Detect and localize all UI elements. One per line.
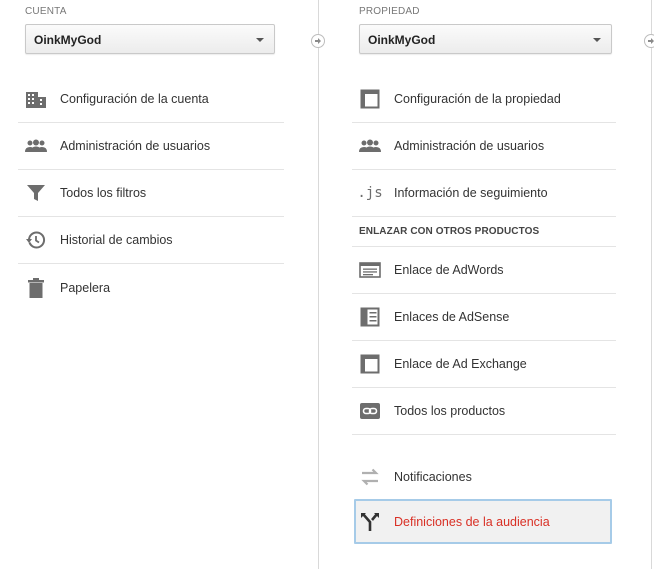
adwords-link-item[interactable]: Enlace de AdWords (352, 247, 616, 294)
account-history-item[interactable]: Historial de cambios (18, 217, 284, 264)
ad-exchange-icon (359, 353, 381, 375)
menu-label: Configuración de la propiedad (394, 92, 561, 106)
menu-label: Administración de usuarios (394, 139, 545, 153)
caret-down-icon (256, 38, 264, 42)
history-icon (25, 229, 47, 251)
property-tracking-item[interactable]: .js Información de seguimiento (352, 170, 616, 217)
menu-label: Todos los productos (394, 404, 506, 418)
account-users-item[interactable]: Administración de usuarios (18, 123, 284, 170)
menu-label: Notificaciones (394, 469, 472, 484)
menu-label: Información de seguimiento (394, 186, 548, 200)
window-icon (359, 88, 381, 110)
menu-label: Enlaces de AdSense (394, 310, 510, 324)
property-select-value: OinkMyGod (368, 33, 436, 47)
account-trash-item[interactable]: Papelera (18, 264, 284, 311)
property-section-label: PROPIEDAD (359, 6, 420, 17)
property-select[interactable]: OinkMyGod (359, 24, 612, 54)
notifications-item[interactable]: Notificaciones (352, 453, 616, 500)
link-icon (359, 400, 381, 422)
caret-down-icon (593, 38, 601, 42)
menu-label: Definiciones de la audiencia (394, 514, 550, 529)
menu-label: Todos los filtros (60, 186, 147, 200)
menu-label: Enlace de AdWords (394, 263, 504, 277)
adwords-icon (359, 259, 381, 281)
property-users-item[interactable]: Administración de usuarios (352, 123, 616, 170)
account-menu: Configuración de la cuenta Administració… (18, 76, 284, 311)
filter-icon (25, 182, 47, 204)
users-icon (25, 135, 47, 157)
menu-label: Papelera (60, 280, 111, 295)
account-filters-item[interactable]: Todos los filtros (18, 170, 284, 217)
property-menu: Configuración de la propiedad Administra… (352, 76, 616, 544)
ad-exchange-link-item[interactable]: Enlace de Ad Exchange (352, 341, 616, 388)
menu-label: Configuración de la cuenta (60, 92, 209, 106)
account-select[interactable]: OinkMyGod (25, 24, 275, 54)
swap-arrows-icon (359, 466, 381, 488)
audience-definitions-item[interactable]: Definiciones de la audiencia (354, 499, 612, 544)
adsense-link-item[interactable]: Enlaces de AdSense (352, 294, 616, 341)
property-settings-item[interactable]: Configuración de la propiedad (352, 76, 616, 123)
trash-icon (25, 277, 47, 299)
menu-spacer (352, 435, 616, 453)
arrow-right-icon[interactable] (311, 34, 325, 48)
column-divider (318, 0, 319, 569)
column-divider (651, 0, 652, 569)
adsense-icon (359, 306, 381, 328)
users-icon (359, 135, 381, 157)
menu-label: Administración de usuarios (60, 139, 211, 153)
account-section-label: CUENTA (25, 6, 67, 17)
building-icon (25, 88, 47, 110)
account-select-value: OinkMyGod (34, 33, 102, 47)
arrow-right-icon[interactable] (644, 34, 654, 48)
menu-label: Enlace de Ad Exchange (394, 357, 527, 371)
js-icon: .js (357, 182, 383, 204)
admin-page: CUENTA OinkMyGod Configuración de la cue… (0, 0, 654, 569)
js-glyph: .js (357, 185, 383, 201)
audience-fork-icon (359, 511, 381, 533)
all-products-item[interactable]: Todos los productos (352, 388, 616, 435)
account-settings-item[interactable]: Configuración de la cuenta (18, 76, 284, 123)
link-products-header: ENLAZAR CON OTROS PRODUCTOS (352, 217, 616, 247)
menu-label: Historial de cambios (60, 233, 173, 247)
